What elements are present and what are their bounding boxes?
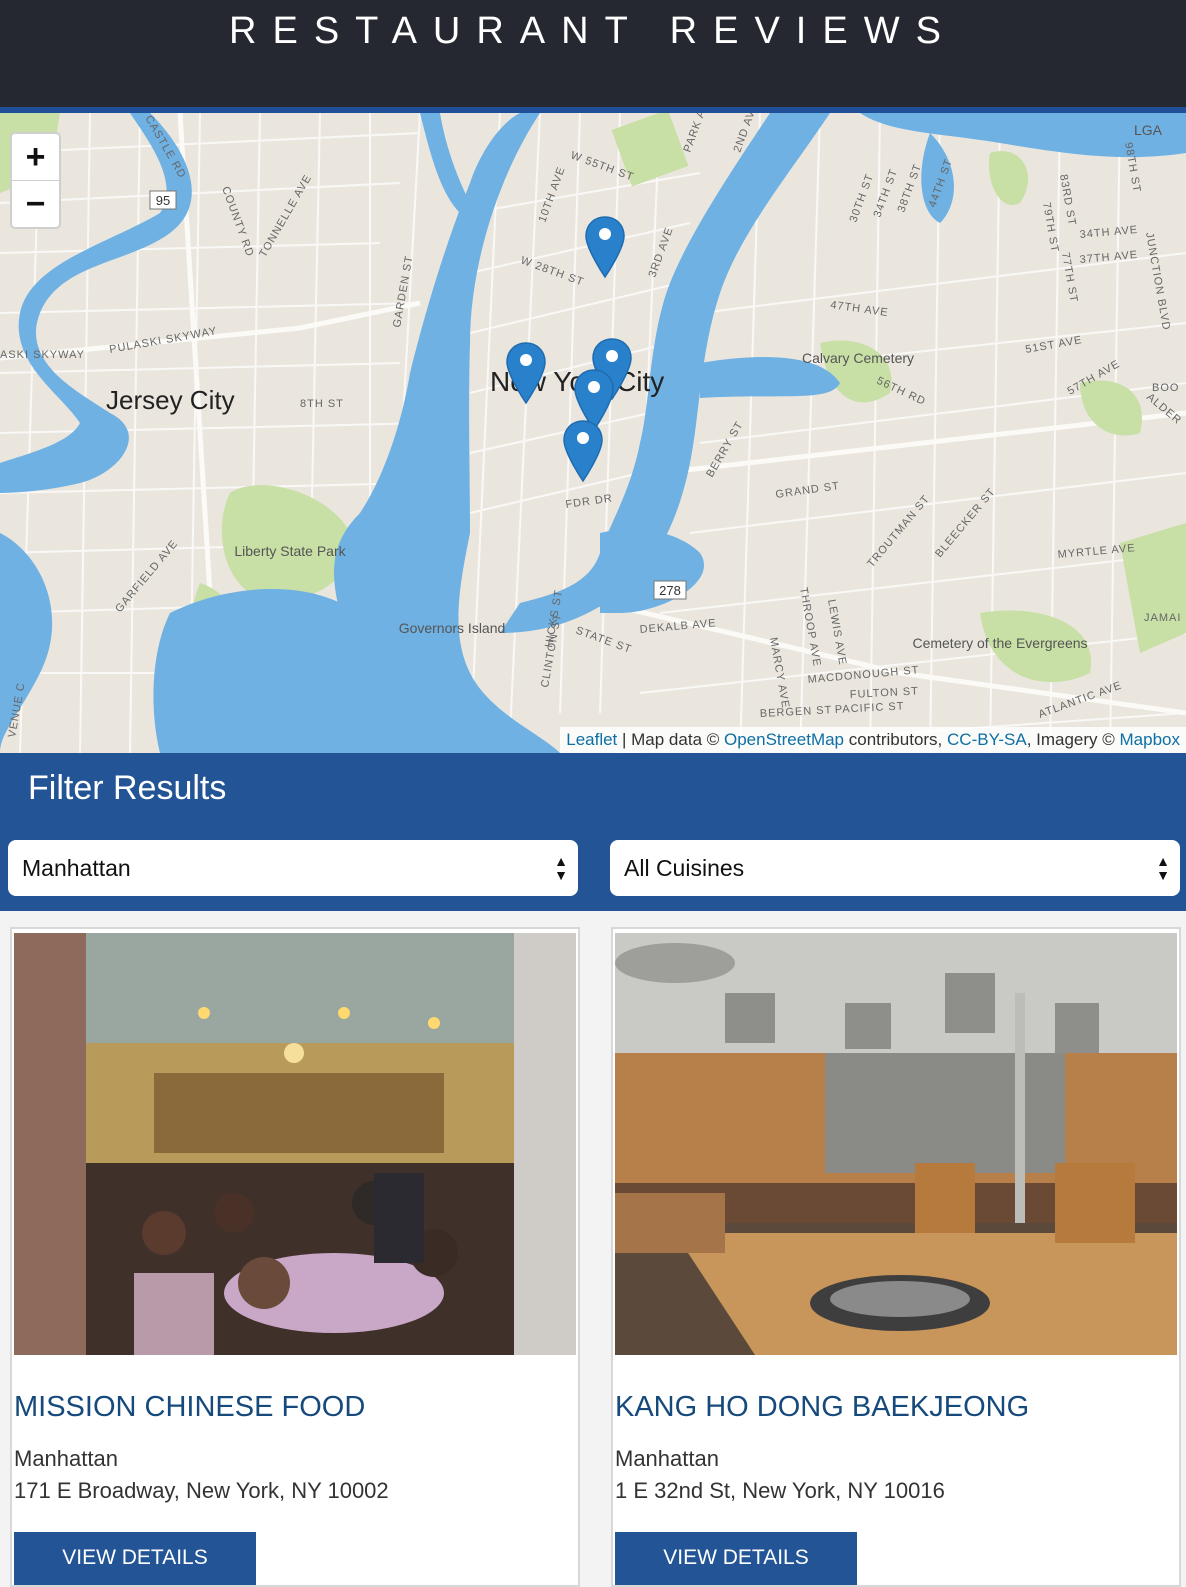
restaurant-address: 1 E 32nd St, New York, NY 10016	[615, 1478, 945, 1503]
restaurant-card: MISSION CHINESE FOOD Manhattan 171 E Bro…	[10, 927, 580, 1587]
view-details-button[interactable]: VIEW DETAILS	[615, 1532, 857, 1585]
attribution-text: , Imagery ©	[1026, 730, 1120, 749]
i95-label: 95	[156, 193, 170, 208]
map-label-cemetery-evergreens: Cemetery of the Evergreens	[912, 635, 1087, 651]
map-marker[interactable]	[506, 341, 546, 405]
map-label-jersey-city: Jersey City	[106, 385, 235, 415]
zoom-in-button[interactable]: +	[12, 134, 59, 181]
restaurant-photo	[615, 933, 1177, 1355]
zoom-out-button[interactable]: −	[12, 181, 59, 228]
restaurant-photo	[14, 933, 576, 1355]
select-arrows-icon: ▲ ▼	[554, 853, 568, 883]
cc-by-sa-link[interactable]: CC-BY-SA	[947, 730, 1027, 749]
restaurant-neighborhood: Manhattan	[14, 1446, 118, 1471]
neighborhood-select[interactable]: Manhattan ▲ ▼	[8, 840, 578, 896]
restaurant-neighborhood: Manhattan	[615, 1446, 719, 1471]
street-label: ASKI SKYWAY	[0, 349, 85, 361]
map-zoom-control: + −	[10, 132, 61, 229]
select-arrows-icon: ▲ ▼	[1156, 853, 1170, 883]
street-label: 8TH ST	[300, 398, 344, 410]
cuisine-select[interactable]: All Cuisines ▲ ▼	[610, 840, 1180, 896]
site-header: RESTAURANT REVIEWS	[0, 0, 1186, 113]
map-attribution: Leaflet | Map data © OpenStreetMap contr…	[560, 727, 1186, 753]
i278-label: 278	[659, 583, 681, 598]
attribution-text: | Map data ©	[617, 730, 724, 749]
restaurant-card: KANG HO DONG BAEKJEONG Manhattan 1 E 32n…	[611, 927, 1181, 1587]
restaurant-name[interactable]: MISSION CHINESE FOOD	[14, 1391, 365, 1424]
map-label-liberty-state-park: Liberty State Park	[234, 543, 346, 559]
site-title: RESTAURANT REVIEWS	[229, 10, 957, 52]
attribution-text: contributors,	[844, 730, 948, 749]
mapbox-link[interactable]: Mapbox	[1120, 730, 1180, 749]
restaurant-address: 171 E Broadway, New York, NY 10002	[14, 1478, 389, 1503]
map[interactable]: 95 278 Jersey City New York City Liberty…	[0, 113, 1186, 753]
map-marker[interactable]	[585, 215, 625, 279]
cuisine-select-value: All Cuisines	[624, 855, 745, 881]
map-marker[interactable]	[563, 419, 603, 483]
restaurant-name[interactable]: KANG HO DONG BAEKJEONG	[615, 1391, 1029, 1424]
view-details-button[interactable]: VIEW DETAILS	[14, 1532, 256, 1585]
street-label: JAMAI	[1144, 612, 1181, 624]
map-label-calvary-cemetery: Calvary Cemetery	[802, 350, 914, 366]
leaflet-link[interactable]: Leaflet	[566, 730, 617, 749]
filter-title: Filter Results	[28, 769, 227, 807]
neighborhood-select-value: Manhattan	[22, 855, 131, 881]
openstreetmap-link[interactable]: OpenStreetMap	[724, 730, 844, 749]
map-label-governors-island: Governors Island	[399, 620, 506, 636]
street-label: BOO	[1152, 382, 1179, 394]
map-label-lga: LGA	[1134, 122, 1163, 138]
